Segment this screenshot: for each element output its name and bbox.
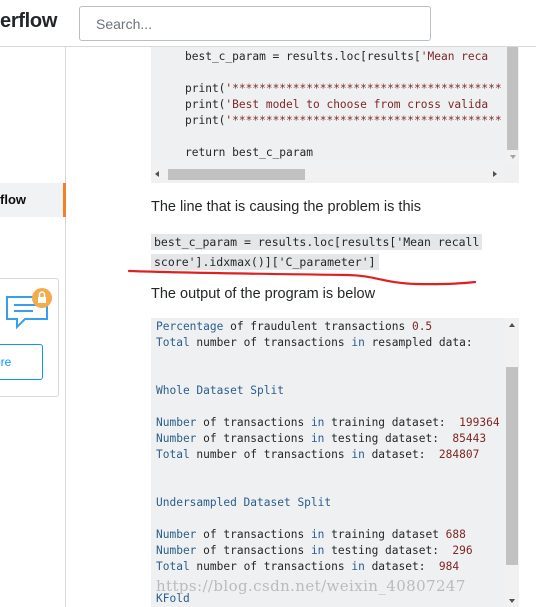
code-token: 0.5 [411, 320, 433, 333]
code-token: number of transactions [189, 336, 352, 349]
code-token: dataset: [364, 448, 439, 461]
code-token: Percentage [156, 320, 224, 333]
code-token: of fraudulent transactions [223, 320, 412, 333]
code-token: number of transactions [189, 448, 352, 461]
code-token: Number [156, 416, 197, 429]
code-token: in [310, 544, 325, 557]
code-token: testing dataset: [324, 432, 453, 445]
code-token: resampled data: [364, 336, 473, 349]
code-token: Whole Dataset Split [156, 384, 284, 397]
code-token: 296 [452, 544, 473, 557]
code-token: of transactions [196, 416, 311, 429]
speech-bubble-lock-icon [6, 288, 52, 330]
code-token: in [310, 416, 325, 429]
scroll-down-arrow-icon[interactable] [510, 155, 516, 159]
promo-card: ore [0, 278, 59, 397]
sidebar-item-active[interactable]: flow [0, 183, 66, 217]
code-token: in [310, 528, 325, 541]
code-token: 284807 [438, 448, 480, 461]
code-block-top: best_c_param = results.loc[results['Mean… [151, 47, 519, 183]
scroll-left-arrow-icon[interactable] [155, 171, 159, 177]
code-token: in [310, 432, 325, 445]
code-token: number of transactions [189, 560, 352, 573]
code-token: 984 [438, 560, 460, 573]
code-token: of transactions [196, 544, 311, 557]
code-token: Total [156, 560, 190, 573]
scrollbar-thumb[interactable] [507, 47, 518, 150]
code-token: Number [156, 544, 197, 557]
code-top-horizontal-scrollbar[interactable] [151, 167, 503, 182]
code-output-text: Percentage of fraudulent transactions 0.… [156, 319, 500, 607]
code-token: 199364 [459, 416, 500, 429]
code-output-vertical-scrollbar[interactable] [505, 318, 519, 607]
search-input[interactable] [80, 7, 430, 40]
code-token: training dataset: [324, 416, 460, 429]
code-token: dataset: [364, 560, 439, 573]
code-token: of transactions [196, 528, 311, 541]
site-logo[interactable]: erflow [0, 10, 57, 33]
code-top-text: best_c_param = results.loc[results['Mean… [185, 50, 502, 159]
scroll-right-arrow-icon[interactable] [493, 171, 497, 177]
output-intro-paragraph: The output of the program is below [151, 286, 376, 302]
code-token: 688 [445, 528, 466, 541]
promo-button[interactable]: ore [0, 344, 43, 380]
red-underline-annotation [127, 269, 477, 286]
code-token: training dataset [324, 528, 446, 541]
code-token: 85443 [452, 432, 487, 445]
scroll-down-arrow-icon[interactable] [509, 599, 515, 603]
code-token: Number [156, 432, 197, 445]
code-token: testing dataset: [324, 544, 453, 557]
problem-line-paragraph: The line that is causing the problem is … [151, 199, 421, 215]
code-block-output: Percentage of fraudulent transactions 0.… [151, 318, 519, 607]
code-token: in [351, 560, 365, 573]
scroll-up-arrow-icon[interactable] [509, 323, 515, 327]
code-token: in [351, 336, 365, 349]
code-token: of transactions [196, 432, 311, 445]
watermark: https://blog.csdn.net/weixin_40807247 [156, 577, 466, 595]
left-sidebar: flow ore [0, 47, 66, 607]
code-token: Undersampled Dataset Split [156, 496, 332, 509]
code-token: Total [156, 336, 190, 349]
search-box[interactable] [79, 6, 431, 41]
code-token: Total [156, 448, 190, 461]
top-bar: erflow [0, 0, 536, 47]
code-token: in [351, 448, 365, 461]
scrollbar-thumb[interactable] [168, 169, 305, 180]
code-top-vertical-scrollbar[interactable] [506, 47, 519, 165]
scrollbar-thumb[interactable] [506, 367, 518, 565]
code-token: Number [156, 528, 197, 541]
sidebar-item-label: flow [0, 192, 26, 207]
